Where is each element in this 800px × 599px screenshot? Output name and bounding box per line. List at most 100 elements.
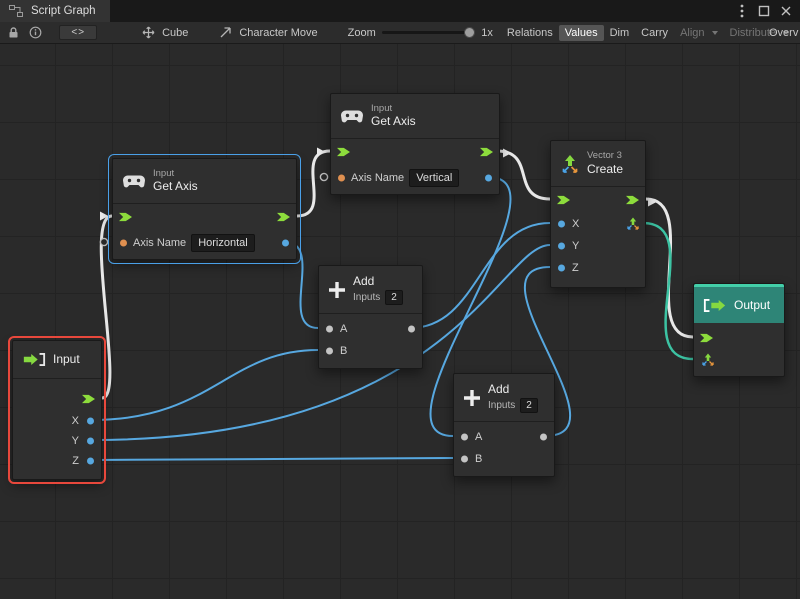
port-row-y: Y — [13, 431, 101, 451]
axis-name-field[interactable]: Vertical — [409, 169, 459, 187]
y-in-port[interactable] — [558, 243, 565, 250]
node-add-2[interactable]: Add Inputs 2 A B — [453, 373, 555, 477]
flow-out-port[interactable] — [277, 212, 290, 223]
align-button[interactable]: Align — [674, 25, 723, 41]
flow-port-row — [694, 327, 784, 349]
string-in-port[interactable] — [338, 175, 345, 182]
vector-port-row — [694, 349, 784, 371]
node-category: Input — [153, 168, 198, 180]
z-in-port[interactable] — [558, 265, 565, 272]
flow-out-port[interactable] — [480, 147, 493, 158]
node-header: Output — [694, 287, 784, 323]
zoom-slider-knob[interactable] — [464, 27, 475, 38]
close-icon[interactable] — [779, 4, 793, 18]
value-port-row: Axis Name Horizontal — [113, 230, 296, 256]
flow-in-port[interactable] — [337, 147, 350, 158]
inputs-label: Inputs — [488, 400, 515, 411]
port-row-b: B — [454, 448, 554, 470]
node-vector3-create[interactable]: Vector 3 Create X Y Z — [550, 140, 646, 288]
align-label: Align — [680, 27, 704, 39]
node-header: Input — [13, 341, 101, 378]
tab-label: Script Graph — [31, 5, 96, 17]
string-in-port[interactable] — [120, 240, 127, 247]
value-out-port[interactable] — [485, 175, 492, 182]
breadcrumb-graph-label: Character Move — [239, 27, 317, 39]
node-header: Add Inputs 2 — [454, 374, 554, 421]
flow-port-row — [13, 387, 101, 411]
a-in-port[interactable] — [326, 326, 333, 333]
node-header: Add Inputs2 — [319, 266, 422, 313]
flow-in-port[interactable] — [119, 212, 132, 223]
port-label: Z — [572, 262, 579, 274]
y-out-port[interactable] — [87, 438, 94, 445]
input-icon — [22, 352, 46, 367]
info-icon[interactable] — [27, 25, 43, 41]
overview-button[interactable]: Overv — [763, 22, 800, 44]
node-title: Output — [734, 298, 770, 313]
node-add-1[interactable]: Add Inputs2 A B — [318, 265, 423, 369]
code-toggle[interactable]: <> — [59, 25, 97, 40]
arrow-ne-icon — [216, 25, 234, 41]
node-input[interactable]: Input X Y Z — [12, 340, 102, 480]
a-in-port[interactable] — [461, 434, 468, 441]
b-in-port[interactable] — [326, 348, 333, 355]
port-row-x: X — [13, 411, 101, 431]
tab-script-graph[interactable]: Script Graph — [0, 0, 110, 22]
zoom-slider[interactable] — [382, 31, 476, 34]
flow-out-port[interactable] — [626, 195, 639, 206]
port-row-a: A — [454, 426, 554, 448]
flow-out-port[interactable] — [82, 394, 95, 405]
x-out-port[interactable] — [87, 418, 94, 425]
port-label: X — [72, 415, 79, 427]
node-output[interactable]: Output — [693, 283, 785, 377]
sum-out-port[interactable] — [408, 326, 415, 333]
script-graph-icon — [7, 3, 25, 19]
x-in-port[interactable] — [558, 221, 565, 228]
flow-in-port[interactable] — [557, 195, 570, 206]
node-header: Input Get Axis — [331, 94, 499, 138]
b-in-port[interactable] — [461, 456, 468, 463]
node-title: Create — [587, 162, 623, 177]
node-title: Add — [488, 382, 538, 397]
breadcrumb-cube[interactable]: Cube — [133, 23, 194, 43]
dim-button[interactable]: Dim — [604, 25, 636, 41]
flow-in-port[interactable] — [700, 333, 713, 344]
port-row-x: X — [551, 213, 645, 235]
carry-button[interactable]: Carry — [635, 25, 674, 41]
lock-icon[interactable] — [5, 25, 21, 41]
gamepad-icon — [340, 109, 364, 124]
menu-kebab-icon[interactable] — [735, 4, 749, 18]
inputs-count-field[interactable]: 2 — [520, 398, 538, 413]
port-label: A — [475, 431, 482, 443]
relations-button[interactable]: Relations — [501, 25, 559, 41]
plus-icon — [463, 389, 481, 407]
inputs-count-field[interactable]: 2 — [385, 290, 403, 305]
node-title: Add — [353, 274, 403, 289]
z-out-port[interactable] — [87, 458, 94, 465]
node-get-axis-horizontal[interactable]: Input Get Axis Axis Name Horizontal — [112, 158, 297, 260]
maximize-icon[interactable] — [757, 4, 771, 18]
value-out-port[interactable] — [282, 240, 289, 247]
values-button[interactable]: Values — [559, 25, 604, 41]
move-arrows-icon — [139, 25, 157, 41]
sum-out-port[interactable] — [540, 434, 547, 441]
plus-icon — [328, 281, 346, 299]
port-row-b: B — [319, 340, 422, 362]
port-row-z: Z — [551, 257, 645, 279]
axis-name-field[interactable]: Horizontal — [191, 234, 255, 252]
chevron-down-icon — [712, 31, 718, 35]
flow-port-row — [331, 139, 499, 165]
node-get-axis-vertical[interactable]: Input Get Axis Axis Name Vertical — [330, 93, 500, 195]
port-label: A — [340, 323, 347, 335]
port-label: Axis Name — [133, 237, 186, 249]
port-row-y: Y — [551, 235, 645, 257]
vector-out-port[interactable] — [626, 217, 640, 231]
value-port-row: Axis Name Vertical — [331, 165, 499, 191]
flow-port-row — [113, 204, 296, 230]
vector-in-port[interactable] — [701, 353, 715, 367]
breadcrumb-character-move[interactable]: Character Move — [210, 23, 323, 43]
gamepad-icon — [122, 174, 146, 189]
port-label: B — [475, 453, 482, 465]
port-label: Y — [572, 240, 579, 252]
zoom-value: 1x — [481, 27, 493, 39]
